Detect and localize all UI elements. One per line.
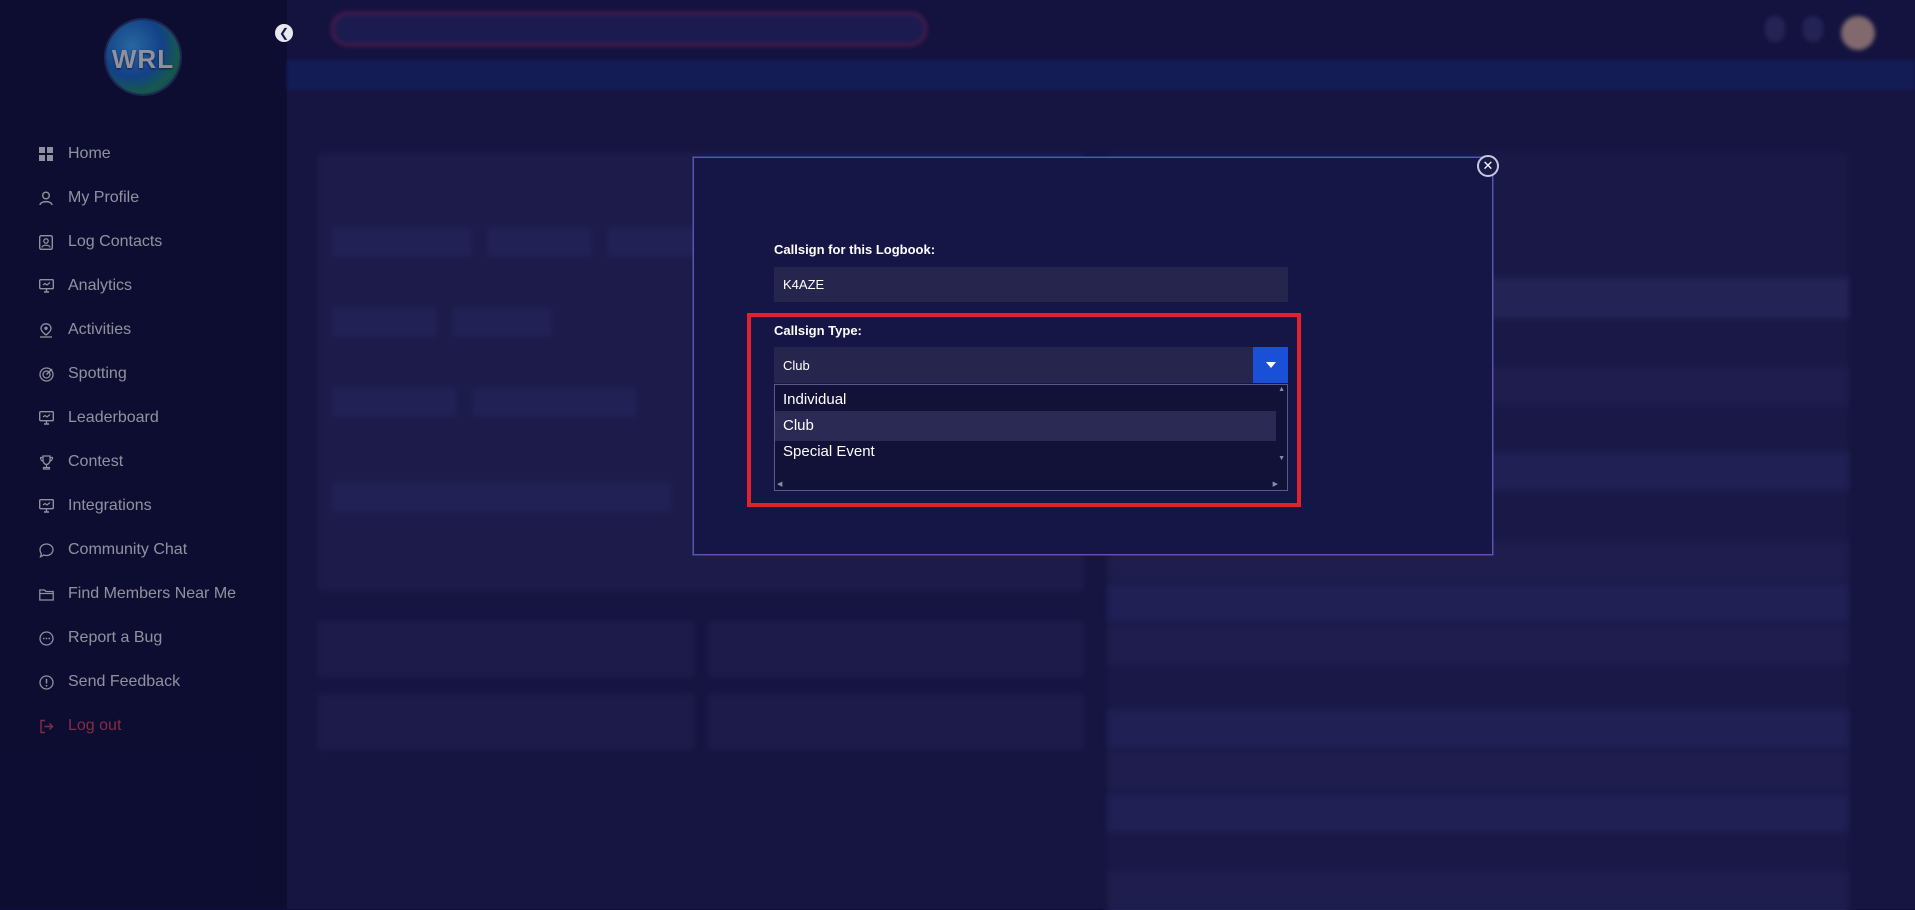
- caret-down-icon: [1265, 362, 1276, 368]
- chevron-left-icon: ❮: [278, 26, 290, 40]
- callsign-type-selected: Club: [783, 358, 810, 373]
- sidebar-collapse-button[interactable]: ❮: [275, 24, 293, 42]
- callsign-type-label: Callsign Type:: [774, 323, 862, 338]
- callsign-label: Callsign for this Logbook:: [774, 242, 936, 257]
- callsign-type-options[interactable]: Individual Club Special Event ▲ ▼ ◀ ▶: [774, 384, 1288, 491]
- scroll-down-arrow-icon[interactable]: ▼: [1278, 455, 1285, 462]
- callsign-input[interactable]: [774, 267, 1288, 302]
- close-icon: ✕: [1482, 158, 1494, 173]
- close-modal-button[interactable]: ✕: [1477, 155, 1499, 177]
- scroll-left-arrow-icon[interactable]: ◀: [777, 481, 782, 488]
- dropdown-toggle-button[interactable]: [1253, 347, 1288, 383]
- callsign-type-select[interactable]: Club: [774, 347, 1288, 383]
- scroll-up-arrow-icon[interactable]: ▲: [1278, 386, 1285, 393]
- option-special-event[interactable]: Special Event: [775, 437, 1276, 467]
- edit-logbook-modal: Callsign for this Logbook: Callsign Type…: [693, 157, 1493, 555]
- scroll-right-arrow-icon[interactable]: ▶: [1273, 481, 1278, 488]
